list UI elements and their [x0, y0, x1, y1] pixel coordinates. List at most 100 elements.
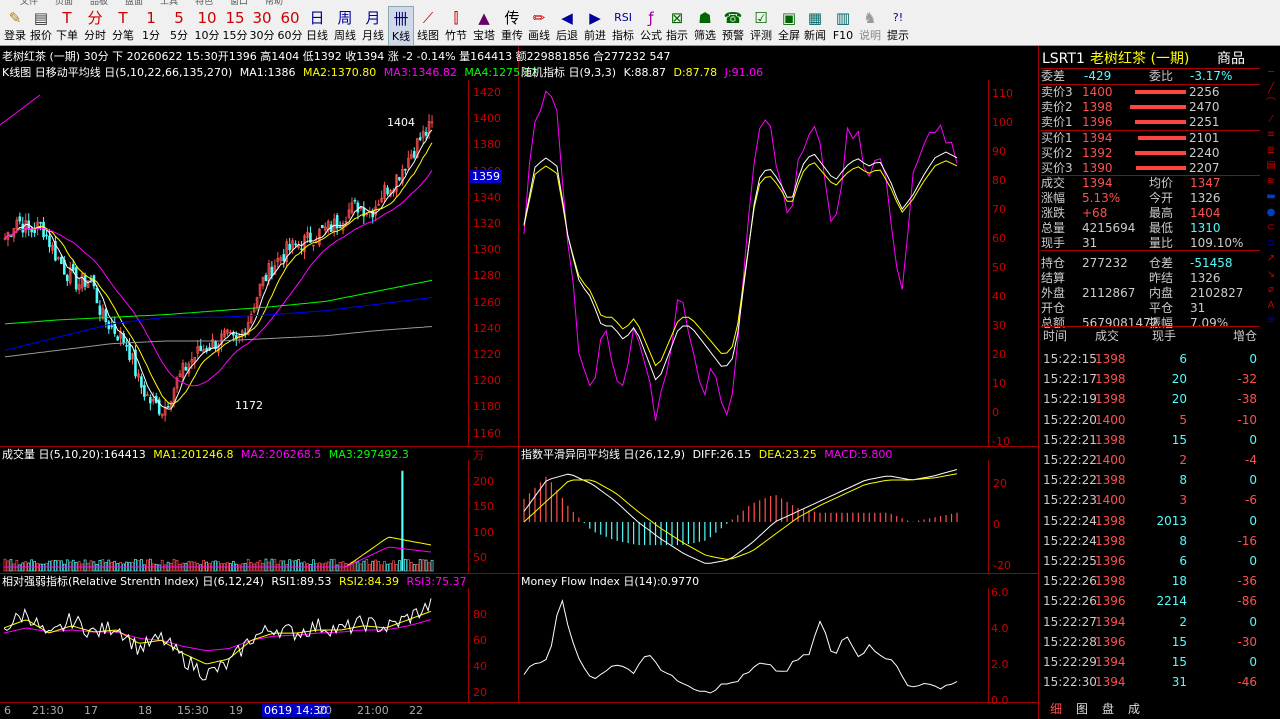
trade-time: 15:22:28 — [1043, 634, 1097, 649]
volume-bar — [362, 560, 366, 572]
kdj-j-line — [523, 90, 958, 421]
trade-open-interest: -86 — [1237, 594, 1257, 609]
axis-tick-label: 200 — [473, 474, 494, 488]
drawing-tool-icon[interactable]: ● — [1263, 206, 1279, 220]
trade-volume: 8 — [1179, 533, 1187, 548]
volume-bar — [202, 560, 206, 572]
drawing-tool-icon[interactable]: ↗ — [1263, 252, 1279, 266]
drawing-tool-icon[interactable]: ⁄ — [1263, 113, 1279, 127]
axis-tick-label: 1380 — [473, 138, 501, 152]
candle — [288, 243, 291, 251]
volume-bar — [418, 559, 422, 572]
volume-bar — [95, 564, 99, 572]
candle — [128, 343, 131, 360]
stat-value: 1404 — [1190, 206, 1221, 220]
bottom-tab-1[interactable]: 图 — [1076, 700, 1088, 717]
candle — [39, 222, 42, 224]
volume-bar — [389, 563, 392, 572]
bottom-tab-0[interactable]: 细 — [1050, 700, 1062, 717]
volume-bar — [395, 563, 398, 572]
stat-label: 开仓 — [1041, 301, 1066, 315]
drawing-tool-icon[interactable]: ⊂ — [1263, 221, 1279, 235]
orderbook-bar — [1130, 105, 1186, 109]
volume-bar — [98, 559, 102, 572]
volume-bar — [424, 559, 428, 572]
axis-tick-label: 1200 — [473, 374, 501, 388]
volume-bar — [187, 560, 191, 572]
volume-bar — [51, 560, 54, 572]
trade-time: 15:22:22 — [1043, 473, 1097, 488]
trade-open-interest: -30 — [1237, 634, 1257, 649]
trade-row: 15:22:24 1398 2013 0 — [1041, 511, 1259, 531]
trade-volume: 5 — [1179, 412, 1187, 427]
candle — [18, 216, 22, 222]
drawing-tool-icon[interactable]: ▬ — [1263, 190, 1279, 204]
candle — [33, 229, 36, 233]
orderbook-label: 卖价2 — [1041, 100, 1073, 114]
drawing-tool-icon[interactable]: ↘ — [1263, 268, 1279, 282]
drawing-tool-icon[interactable]: ▤ — [1263, 159, 1279, 173]
volume-bar — [217, 561, 220, 572]
orderbook-label: 买价2 — [1041, 146, 1073, 160]
volume-bar — [406, 559, 410, 572]
volume-bar — [297, 559, 300, 572]
drawing-tool-icon[interactable]: ⌀ — [1263, 283, 1279, 297]
drawing-tool-icon[interactable]: ≣ — [1263, 144, 1279, 158]
axis-tick-label: 60 — [992, 232, 1006, 245]
volume-bar — [18, 564, 22, 572]
trade-price: 1400 — [1095, 453, 1126, 467]
trade-row: 15:22:22 1400 2 -4 — [1041, 450, 1259, 470]
candle — [418, 137, 422, 141]
drawing-tool-icon[interactable]: ≡ — [1263, 314, 1279, 328]
trades-header-cell: 增仓 — [1233, 329, 1258, 343]
volume-bar — [246, 558, 250, 572]
divider — [1041, 326, 1260, 327]
drawing-tool-icon[interactable]: ⊃ — [1263, 237, 1279, 251]
divider — [1041, 130, 1260, 131]
trade-row: 15:22:17 1398 20 -32 — [1041, 369, 1259, 389]
volume-bar — [309, 564, 312, 572]
trade-price: 1398 — [1095, 392, 1126, 407]
volume-bar — [71, 559, 75, 572]
ma5-line — [4, 297, 433, 351]
drawing-tool-icon[interactable]: ≋ — [1263, 175, 1279, 189]
time-axis-label: 21:00 — [357, 704, 389, 717]
volume-bar — [33, 561, 37, 572]
orderbook-bar — [1135, 120, 1186, 124]
bottom-tab-3[interactable]: 成 — [1128, 700, 1140, 717]
volume-bar — [291, 560, 295, 572]
axis-tick-label: 70 — [992, 203, 1006, 216]
drawing-tool-icon[interactable]: A — [1263, 299, 1279, 313]
volume-bar — [107, 559, 111, 572]
stat-label: 今开 — [1149, 191, 1174, 205]
candle — [353, 200, 357, 202]
trade-row: 15:22:19 1398 20 -38 — [1041, 389, 1259, 409]
stat-label: 结算 — [1041, 271, 1066, 285]
trade-price: 1398 — [1095, 513, 1126, 528]
axis-tick-label: 20 — [993, 477, 1007, 490]
volume-bar — [401, 470, 404, 572]
candle — [104, 309, 108, 323]
drawing-tool-icon[interactable]: ⌒ — [1263, 97, 1279, 111]
drawing-tool-icon[interactable]: ≡ — [1263, 128, 1279, 142]
axis-tick-label: 60 — [473, 634, 487, 647]
candle — [294, 243, 297, 246]
stat-value: 31 — [1190, 301, 1206, 315]
volume-bar — [409, 562, 413, 572]
candle — [199, 345, 203, 352]
volume-bar — [214, 560, 217, 572]
volume-bar — [77, 561, 81, 572]
divider — [1041, 84, 1260, 85]
chart-area[interactable] — [0, 0, 1040, 719]
drawing-tool-icon[interactable]: ─ — [1263, 66, 1279, 80]
stat-value: 2102827 — [1190, 286, 1244, 300]
trade-row: 15:22:28 1396 15 -30 — [1041, 632, 1259, 652]
drawing-tool-icon[interactable]: ╱ — [1263, 82, 1279, 96]
weicha-label: 委差 — [1041, 69, 1066, 83]
volume-bar — [30, 559, 34, 572]
bottom-tab-2[interactable]: 盘 — [1102, 700, 1114, 717]
candle — [65, 274, 69, 282]
trade-volume: 6 — [1179, 352, 1187, 366]
candle — [282, 254, 286, 262]
candle — [338, 226, 342, 229]
